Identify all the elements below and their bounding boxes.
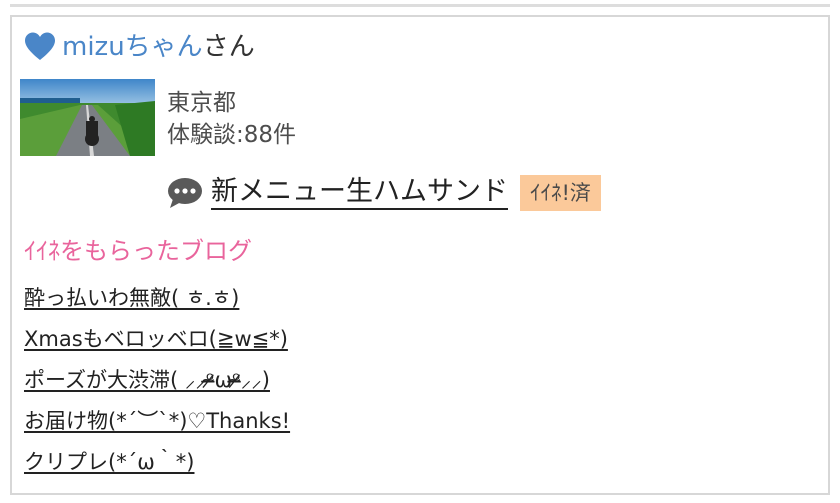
road-photo — [20, 79, 155, 156]
post-title-link[interactable]: 新メニュー生ハムサンド — [211, 176, 508, 210]
list-item: Xmasもベロッベロ(≧w≦*) — [24, 321, 290, 362]
username-link[interactable]: mizuちゃん — [62, 31, 203, 63]
user-thumbnail[interactable] — [20, 79, 155, 156]
blog-link[interactable]: 酔っ払いわ無敵( ㅎ.ㅎ) — [24, 286, 239, 310]
user-location: 東京都 — [167, 90, 236, 116]
blog-link[interactable]: ポーズが大渋滞( ⸝⸝ᵒ̴̶̷ωᵒ̴̶̷⸝⸝) — [24, 368, 270, 392]
list-item: ポーズが大渋滞( ⸝⸝ᵒ̴̶̷ωᵒ̴̶̷⸝⸝) — [24, 362, 290, 403]
list-item: 酔っ払いわ無敵( ㅎ.ㅎ) — [24, 280, 290, 321]
list-item: お届け物(*´︶`*)♡Thanks! — [24, 403, 290, 444]
user-header: mizuちゃん さん — [24, 29, 255, 65]
blog-link[interactable]: お届け物(*´︶`*)♡Thanks! — [24, 409, 290, 433]
liked-blogs-heading: ｲｲﾈをもらったブログ — [24, 237, 252, 265]
blog-link[interactable]: Xmasもベロッベロ(≧w≦*) — [24, 327, 288, 351]
username-suffix: さん — [202, 32, 255, 62]
heart-icon — [25, 32, 55, 60]
comment-icon — [168, 178, 202, 208]
blog-link[interactable]: クリプレ(*´ω｀*) — [24, 450, 194, 474]
experience-count: 体験談:88件 — [167, 122, 297, 148]
liked-badge: ｲｲﾈ!済 — [520, 175, 601, 211]
top-divider — [10, 0, 830, 7]
list-item: クリプレ(*´ω｀*) — [24, 444, 290, 485]
user-info: 東京都 体験談:88件 — [167, 87, 296, 151]
user-card: mizuちゃん さん 東京都 体験談:88件 新メニュー生ハムサンド ｲｲﾈ!済… — [10, 15, 830, 495]
latest-post: 新メニュー生ハムサンド ｲｲﾈ!済 — [167, 173, 601, 213]
liked-blog-list: 酔っ払いわ無敵( ㅎ.ㅎ) Xmasもベロッベロ(≧w≦*) ポーズが大渋滞( … — [24, 280, 290, 485]
